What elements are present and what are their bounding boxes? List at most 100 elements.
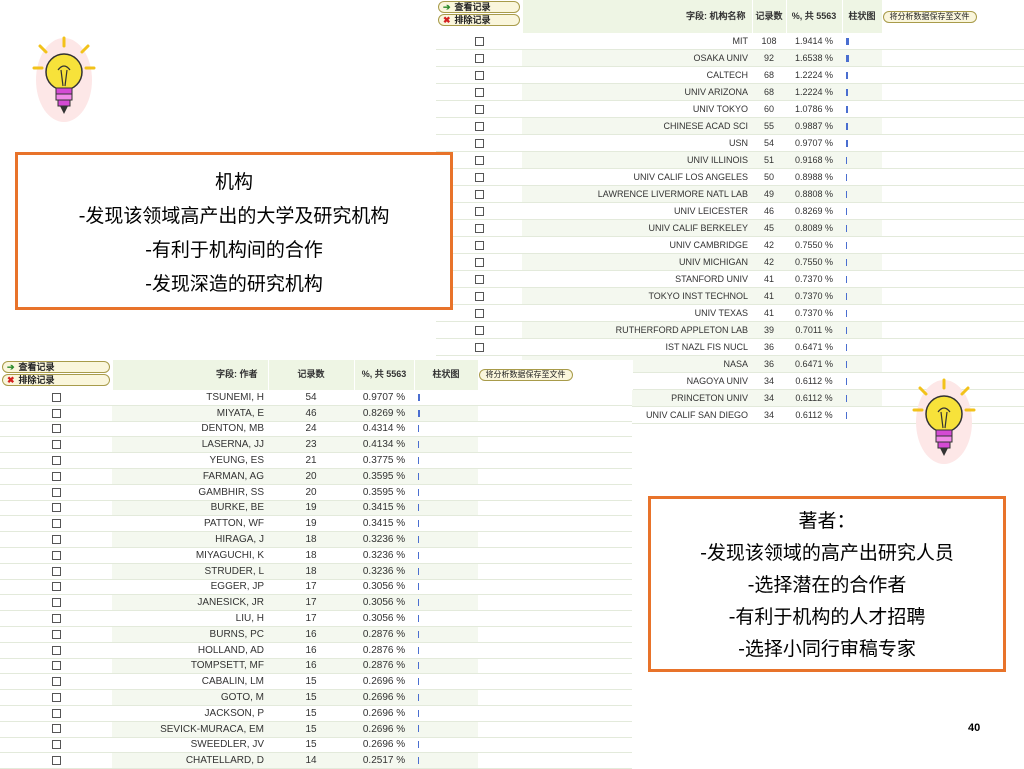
row-percent: 0.6471 % bbox=[786, 355, 842, 373]
table-row: BURNS, PC 16 0.2876 % bbox=[0, 626, 632, 643]
row-bar bbox=[418, 504, 419, 512]
row-percent: 0.2517 % bbox=[354, 752, 414, 769]
row-checkbox[interactable] bbox=[474, 37, 484, 47]
callout-line: -发现深造的研究机构 bbox=[145, 273, 323, 295]
view-records-button[interactable]: ➔ 查看记录 bbox=[438, 1, 520, 13]
row-checkbox[interactable] bbox=[474, 190, 484, 200]
exclude-records-button[interactable]: ✖ 排除记录 bbox=[438, 14, 520, 26]
row-checkbox[interactable] bbox=[51, 740, 61, 750]
row-bar bbox=[846, 327, 847, 335]
row-percent: 0.3236 % bbox=[354, 531, 414, 548]
row-checkbox[interactable] bbox=[51, 487, 61, 497]
row-count: 18 bbox=[268, 563, 354, 580]
row-checkbox[interactable] bbox=[474, 207, 484, 217]
row-checkbox[interactable] bbox=[51, 708, 61, 718]
row-checkbox[interactable] bbox=[51, 613, 61, 623]
lightbulb-icon bbox=[912, 378, 976, 464]
row-checkbox[interactable] bbox=[51, 756, 61, 766]
row-name: BURKE, BE bbox=[112, 500, 268, 517]
table-header: ➔ 查看记录 ✖ 排除记录 字段: 作者 记录数 %, 共 5563 柱状图 将分析… bbox=[0, 360, 633, 390]
row-checkbox[interactable] bbox=[474, 292, 484, 302]
save-to-file-button[interactable]: 将分析数据保存至文件 bbox=[478, 369, 573, 381]
row-checkbox[interactable] bbox=[51, 408, 61, 418]
row-percent: 0.9707 % bbox=[354, 390, 414, 406]
row-checkbox[interactable] bbox=[474, 224, 484, 234]
row-checkbox[interactable] bbox=[474, 173, 484, 183]
row-checkbox[interactable] bbox=[474, 54, 484, 64]
row-checkbox[interactable] bbox=[51, 661, 61, 671]
row-checkbox[interactable] bbox=[51, 629, 61, 639]
table-row: USN 54 0.9707 % bbox=[436, 134, 1024, 152]
row-checkbox[interactable] bbox=[51, 455, 61, 465]
row-count: 15 bbox=[268, 721, 354, 738]
row-checkbox[interactable] bbox=[51, 392, 61, 402]
row-name: LIU, H bbox=[112, 610, 268, 627]
row-checkbox[interactable] bbox=[51, 692, 61, 702]
row-name: BURNS, PC bbox=[112, 626, 268, 643]
row-checkbox[interactable] bbox=[51, 550, 61, 560]
row-checkbox[interactable] bbox=[474, 275, 484, 285]
row-count: 42 bbox=[752, 236, 786, 254]
row-checkbox[interactable] bbox=[474, 326, 484, 336]
row-checkbox[interactable] bbox=[474, 88, 484, 98]
row-count: 23 bbox=[268, 436, 354, 454]
table-row: IST NAZL FIS NUCL 36 0.6471 % bbox=[436, 338, 1024, 356]
row-checkbox[interactable] bbox=[474, 309, 484, 319]
row-checkbox[interactable] bbox=[51, 724, 61, 734]
exclude-records-button[interactable]: ✖ 排除记录 bbox=[2, 374, 110, 386]
row-count: 21 bbox=[268, 452, 354, 469]
row-percent: 0.2696 % bbox=[354, 673, 414, 691]
table-row: GAMBHIR, SS 20 0.3595 % bbox=[0, 484, 632, 501]
row-checkbox[interactable] bbox=[474, 156, 484, 166]
row-checkbox[interactable] bbox=[51, 471, 61, 481]
callout-title: 机构 bbox=[214, 171, 253, 193]
row-count: 68 bbox=[752, 83, 786, 101]
row-checkbox[interactable] bbox=[51, 519, 61, 529]
table-row: UNIV TOKYO 60 1.0786 % bbox=[436, 100, 1024, 118]
row-checkbox[interactable] bbox=[51, 677, 61, 687]
row-checkbox[interactable] bbox=[51, 424, 61, 434]
row-bar bbox=[846, 310, 847, 318]
row-checkbox[interactable] bbox=[51, 582, 61, 592]
row-bar bbox=[846, 225, 847, 233]
row-checkbox[interactable] bbox=[474, 122, 484, 132]
table-row: BURKE, BE 19 0.3415 % bbox=[0, 500, 632, 517]
row-percent: 0.3415 % bbox=[354, 500, 414, 517]
row-checkbox[interactable] bbox=[51, 598, 61, 608]
row-count: 51 bbox=[752, 151, 786, 169]
table-row: STANFORD UNIV 41 0.7370 % bbox=[436, 270, 1024, 288]
row-checkbox[interactable] bbox=[51, 534, 61, 544]
row-percent: 0.7550 % bbox=[786, 236, 842, 254]
row-name: RUTHERFORD APPLETON LAB bbox=[522, 321, 752, 339]
row-name: IST NAZL FIS NUCL bbox=[522, 338, 752, 356]
row-checkbox[interactable] bbox=[474, 258, 484, 268]
row-checkbox[interactable] bbox=[51, 503, 61, 513]
row-name: OSAKA UNIV bbox=[522, 49, 752, 67]
row-checkbox[interactable] bbox=[474, 343, 484, 353]
row-checkbox[interactable] bbox=[51, 440, 61, 450]
row-name: YEUNG, ES bbox=[112, 452, 268, 469]
row-checkbox[interactable] bbox=[474, 139, 484, 149]
row-count: 19 bbox=[268, 500, 354, 517]
row-name: TSUNEMI, H bbox=[112, 390, 268, 406]
row-bar bbox=[418, 709, 419, 717]
row-bar bbox=[846, 259, 847, 267]
save-to-file-button[interactable]: 将分析数据保存至文件 bbox=[882, 10, 977, 23]
row-checkbox[interactable] bbox=[474, 241, 484, 251]
row-checkbox[interactable] bbox=[474, 71, 484, 81]
row-checkbox[interactable] bbox=[474, 105, 484, 115]
table-row: JACKSON, P 15 0.2696 % bbox=[0, 705, 632, 722]
row-checkbox[interactable] bbox=[51, 645, 61, 655]
row-name: EGGER, JP bbox=[112, 579, 268, 596]
row-name: TOKYO INST TECHNOL bbox=[522, 287, 752, 305]
row-name: UNIV CALIF LOS ANGELES bbox=[522, 168, 752, 186]
row-percent: 0.6471 % bbox=[786, 338, 842, 356]
row-percent: 0.8269 % bbox=[354, 405, 414, 422]
row-bar bbox=[846, 242, 847, 250]
table-row: UNIV ARIZONA 68 1.2224 % bbox=[436, 83, 1024, 101]
row-checkbox[interactable] bbox=[51, 566, 61, 576]
row-percent: 0.7370 % bbox=[786, 304, 842, 322]
view-records-button[interactable]: ➔ 查看记录 bbox=[2, 361, 110, 373]
table-row: CHINESE ACAD SCI 55 0.9887 % bbox=[436, 117, 1024, 135]
table-row: RUTHERFORD APPLETON LAB 39 0.7011 % bbox=[436, 321, 1024, 339]
